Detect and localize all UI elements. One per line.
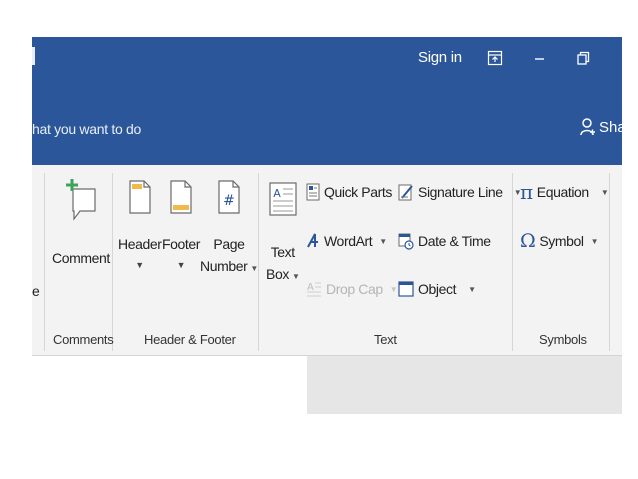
group-label-symbols: Symbols <box>539 332 587 347</box>
page-number-icon: # <box>218 180 240 214</box>
wordart-button[interactable]: WordArt ▼ <box>306 232 387 250</box>
text-box-button[interactable]: A Text Box ▼ <box>266 179 300 288</box>
omega-icon: Ω <box>520 230 536 252</box>
symbol-button[interactable]: Ω Symbol ▼ <box>520 230 599 252</box>
pi-icon: π <box>520 180 533 204</box>
drop-cap-button[interactable]: A Drop Cap ▼ <box>306 280 398 298</box>
tell-me-input[interactable]: hat you want to do <box>32 121 141 137</box>
header-label: Header <box>118 236 162 252</box>
symbol-label: Symbol <box>539 233 584 249</box>
object-dropdown-arrow: ▼ <box>468 284 476 294</box>
text-box-dropdown-arrow: ▼ <box>291 272 300 281</box>
footer-icon <box>170 180 192 214</box>
share-button[interactable]: Shar <box>580 117 622 137</box>
comment-label: Comment <box>52 250 110 266</box>
signature-line-button[interactable]: Signature Line ▼ <box>398 183 522 201</box>
equation-button[interactable]: π Equation ▼ <box>520 180 609 204</box>
footer-button[interactable]: Footer ▼ <box>162 177 200 275</box>
minimize-icon[interactable] <box>532 50 548 66</box>
equation-dropdown-arrow: ▼ <box>600 187 609 197</box>
wordart-label: WordArt <box>324 233 373 249</box>
group-label-comments: Comments <box>53 332 114 347</box>
equation-label: Equation <box>536 184 589 200</box>
sign-in-link[interactable]: Sign in <box>418 49 462 66</box>
symbol-dropdown-arrow: ▼ <box>590 236 599 246</box>
document-page[interactable] <box>32 356 307 414</box>
group-separator <box>112 173 113 351</box>
signature-line-icon <box>398 184 413 201</box>
svg-text:A: A <box>307 282 314 293</box>
word-window: Sign in hat you want to do Shar e <box>32 37 622 414</box>
quick-parts-icon <box>306 183 320 201</box>
comment-icon <box>65 179 96 221</box>
title-bar-edge <box>32 47 35 65</box>
number-label: Number <box>200 258 248 274</box>
text-label: Text <box>270 244 295 260</box>
svg-text:A: A <box>273 187 281 200</box>
drop-cap-label: Drop Cap <box>326 281 383 297</box>
footer-label: Footer <box>162 236 201 252</box>
new-comment-button[interactable]: Comment <box>52 175 110 269</box>
drop-cap-dropdown-arrow: ▼ <box>389 284 398 294</box>
date-time-button[interactable]: Date & Time <box>398 232 491 250</box>
group-label-text: Text <box>374 332 397 347</box>
date-time-icon <box>398 233 414 250</box>
partial-button-label: e <box>32 283 40 299</box>
group-separator <box>258 173 259 351</box>
text-box-label-line2: Box ▼ <box>266 263 300 288</box>
page-number-button[interactable]: # Page Number ▼ <box>200 177 258 280</box>
quick-parts-label: Quick Parts <box>324 184 392 200</box>
header-dropdown-arrow: ▼ <box>135 260 145 270</box>
date-time-label: Date & Time <box>418 233 491 249</box>
quick-parts-button[interactable]: Quick Parts▼ <box>306 183 407 201</box>
restore-icon[interactable] <box>575 50 591 66</box>
box-label: Box <box>266 266 289 282</box>
wordart-dropdown-arrow: ▼ <box>379 236 387 246</box>
ribbon-display-options-icon[interactable] <box>487 50 503 66</box>
group-label-header-footer: Header & Footer <box>144 332 236 347</box>
share-label: Shar <box>599 118 622 136</box>
wordart-icon <box>307 233 318 248</box>
svg-text:#: # <box>223 193 235 209</box>
page-label: Page <box>213 236 245 252</box>
signature-line-label: Signature Line <box>418 184 503 200</box>
object-icon <box>398 281 414 297</box>
header-button[interactable]: Header ▼ <box>118 177 162 275</box>
page-number-dropdown-arrow: ▼ <box>250 264 258 273</box>
group-separator <box>609 173 610 351</box>
share-person-icon <box>580 118 595 136</box>
group-separator <box>44 173 45 351</box>
object-button[interactable]: Object ▼ <box>398 280 476 298</box>
text-box-icon: A <box>269 182 297 216</box>
footer-dropdown-arrow: ▼ <box>176 260 186 270</box>
title-bar: Sign in <box>32 37 622 87</box>
tell-me-bar: hat you want to do Shar <box>32 87 622 165</box>
page-number-label-line2: Number ▼ <box>200 255 258 280</box>
drop-cap-icon: A <box>307 282 321 297</box>
document-background <box>307 356 622 414</box>
ribbon-insert: e Comment Comments Header ▼ Footer ▼ # P… <box>32 165 622 356</box>
object-label: Object <box>418 281 457 297</box>
header-icon <box>129 180 151 214</box>
